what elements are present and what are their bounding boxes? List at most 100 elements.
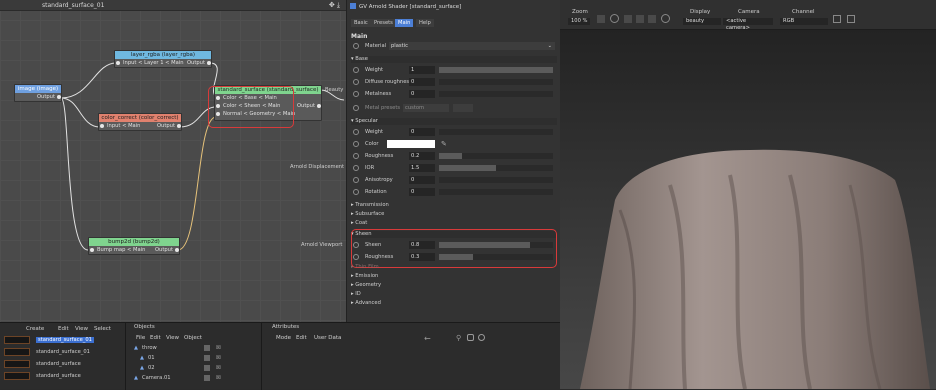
animate-icon[interactable] bbox=[353, 141, 359, 147]
param-value-field[interactable]: 0.8 bbox=[409, 241, 435, 249]
visibility-icon[interactable] bbox=[204, 365, 210, 371]
tag-icon[interactable]: ☒ bbox=[216, 355, 221, 361]
tag-icon[interactable]: ☒ bbox=[216, 375, 221, 381]
menu-user-data[interactable]: User Data bbox=[314, 335, 341, 341]
param-value-field[interactable]: 0 bbox=[409, 176, 435, 184]
param-row[interactable]: Anisotropy 0 bbox=[353, 176, 555, 184]
param-slider[interactable] bbox=[439, 67, 553, 73]
input-port[interactable] bbox=[100, 124, 104, 128]
pick-icon[interactable] bbox=[648, 15, 656, 23]
node-editor[interactable]: standard_surface_01 ✥ ⤓ image (image) Ou… bbox=[0, 0, 346, 322]
param-slider[interactable] bbox=[439, 177, 553, 183]
animate-icon[interactable] bbox=[353, 79, 359, 85]
param-row[interactable]: Sheen 0.8 bbox=[353, 241, 555, 249]
param-row[interactable]: Roughness 0.3 bbox=[353, 253, 555, 261]
object-row[interactable]: ▲ throw ☒ bbox=[130, 345, 258, 354]
back-arrow-icon[interactable]: ← bbox=[424, 334, 431, 343]
lock-icon[interactable] bbox=[467, 334, 474, 341]
material-swatch[interactable] bbox=[4, 348, 30, 356]
collapsed-section[interactable]: ▸ ID bbox=[351, 291, 361, 297]
collapsed-section[interactable]: ▸ Advanced bbox=[351, 300, 381, 306]
material-label[interactable]: standard_surface bbox=[36, 373, 81, 379]
menu-view[interactable]: View bbox=[75, 326, 88, 332]
tab-presets[interactable]: Presets bbox=[371, 19, 396, 27]
param-value-field[interactable]: 0 bbox=[409, 90, 435, 98]
param-slider[interactable] bbox=[439, 242, 553, 248]
param-row[interactable]: Color ✎ bbox=[353, 140, 555, 148]
param-value-field[interactable]: 0 bbox=[409, 78, 435, 86]
camera-icon[interactable] bbox=[847, 15, 855, 23]
menu-edit[interactable]: Edit bbox=[58, 326, 69, 332]
output-port[interactable] bbox=[317, 104, 321, 108]
region-icon[interactable] bbox=[624, 15, 632, 23]
tab-help[interactable]: Help bbox=[416, 19, 434, 27]
image-node-output[interactable]: Output bbox=[15, 93, 61, 101]
zoom-dropdown[interactable]: 100 % bbox=[568, 18, 591, 25]
animate-icon[interactable] bbox=[353, 105, 359, 111]
image-node[interactable]: image (image) Output bbox=[14, 84, 62, 102]
info-icon[interactable] bbox=[661, 14, 670, 23]
object-row[interactable]: ▲ Camera.01 ☒ bbox=[130, 375, 258, 384]
param-value-field[interactable] bbox=[387, 140, 435, 148]
metal-presets-apply-button[interactable] bbox=[453, 104, 473, 112]
render-viewport[interactable] bbox=[560, 0, 936, 389]
layer-rgba-input-row[interactable]: Input < Layer 1 < Main Output bbox=[115, 59, 211, 67]
object-row[interactable]: ▲ 01 ☒ bbox=[130, 355, 258, 364]
param-value-field[interactable]: 1 bbox=[409, 66, 435, 74]
material-swatch[interactable] bbox=[4, 336, 30, 344]
view-icon[interactable] bbox=[597, 15, 605, 23]
output-port[interactable] bbox=[57, 95, 61, 99]
param-slider[interactable] bbox=[439, 254, 553, 260]
menu-mode[interactable]: Mode bbox=[276, 335, 291, 341]
color-correct-input-row[interactable]: Input < Main Output bbox=[99, 122, 181, 130]
specular-section-header[interactable]: ▾ Specular bbox=[351, 118, 557, 125]
param-slider[interactable] bbox=[439, 165, 553, 171]
material-dropdown[interactable]: plastic ⌄ bbox=[389, 42, 555, 50]
snapshot-icon[interactable] bbox=[833, 15, 841, 23]
animate-icon[interactable] bbox=[353, 129, 359, 135]
output-port[interactable] bbox=[207, 61, 211, 65]
menu-edit[interactable]: Edit bbox=[296, 335, 307, 341]
collapsed-section[interactable]: ▸ Subsurface bbox=[351, 211, 384, 217]
output-port[interactable] bbox=[175, 248, 179, 252]
base-section-header[interactable]: ▾ Base bbox=[351, 56, 557, 63]
color-correct-node[interactable]: color_correct (color_correct) Input < Ma… bbox=[98, 113, 182, 131]
animate-icon[interactable] bbox=[353, 177, 359, 183]
animate-icon[interactable] bbox=[353, 91, 359, 97]
layer-rgba-node[interactable]: layer_rgba (layer_rgba) Input < Layer 1 … bbox=[114, 50, 212, 68]
material-label[interactable]: standard_surface bbox=[36, 361, 81, 367]
animate-icon[interactable] bbox=[353, 242, 359, 248]
visibility-icon[interactable] bbox=[204, 355, 210, 361]
param-slider[interactable] bbox=[439, 189, 553, 195]
stop-icon[interactable] bbox=[610, 14, 619, 23]
visibility-icon[interactable] bbox=[204, 345, 210, 351]
collapsed-section[interactable]: ▸ Transmission bbox=[351, 202, 389, 208]
param-value-field[interactable]: 0.3 bbox=[409, 253, 435, 261]
param-slider[interactable] bbox=[439, 153, 553, 159]
param-row[interactable]: Metalness 0 bbox=[353, 90, 555, 98]
settings-icon[interactable] bbox=[478, 334, 485, 341]
animate-icon[interactable] bbox=[353, 67, 359, 73]
camera-dropdown[interactable]: <active camera> bbox=[723, 18, 773, 31]
animate-icon[interactable] bbox=[353, 153, 359, 159]
param-value-field[interactable]: 0 bbox=[409, 188, 435, 196]
param-row[interactable]: IOR 1.5 bbox=[353, 164, 555, 172]
param-value-field[interactable]: 1.5 bbox=[409, 164, 435, 172]
animate-icon[interactable] bbox=[353, 254, 359, 260]
bump2d-node[interactable]: bump2d (bump2d) Bump map < Main Output bbox=[88, 237, 180, 255]
collapsed-section[interactable]: ▸ Coat bbox=[351, 220, 367, 226]
param-row[interactable]: Weight 1 bbox=[353, 66, 555, 74]
display-dropdown[interactable]: beauty bbox=[683, 18, 721, 25]
tab-basic[interactable]: Basic bbox=[351, 19, 371, 27]
material-swatch[interactable] bbox=[4, 360, 30, 368]
input-port[interactable] bbox=[116, 61, 120, 65]
collapsed-section[interactable]: ▸ Emission bbox=[351, 273, 378, 279]
param-row[interactable]: Roughness 0.2 bbox=[353, 152, 555, 160]
crop-icon[interactable] bbox=[636, 15, 644, 23]
tab-main[interactable]: Main bbox=[395, 19, 414, 27]
menu-view[interactable]: View bbox=[166, 335, 179, 341]
channel-dropdown[interactable]: RGB bbox=[780, 18, 828, 25]
param-row[interactable]: Rotation 0 bbox=[353, 188, 555, 196]
collapsed-section[interactable]: ▸ Thin Film bbox=[351, 264, 379, 270]
animate-icon[interactable] bbox=[353, 43, 359, 49]
